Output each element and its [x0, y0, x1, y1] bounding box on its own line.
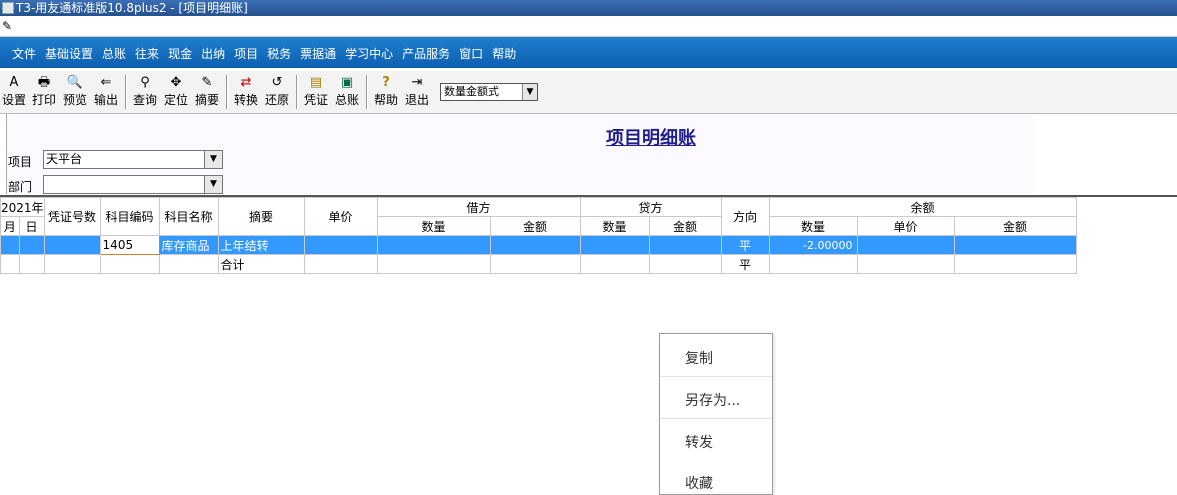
balance-price-header: 单价	[856, 216, 955, 236]
menu-bar: 文件 基础设置 总账 往来 现金 出纳 项目 税务 票据通 学习中心 产品服务 …	[0, 37, 1177, 68]
credit-amount-header: 金额	[648, 216, 722, 236]
year-header: 2021年	[0, 197, 45, 217]
balance-header: 余额	[768, 197, 1077, 217]
project-dropdown-icon[interactable]: ▼	[204, 150, 223, 169]
department-dropdown-icon[interactable]: ▼	[204, 175, 223, 194]
page-title: 项目明细账	[606, 128, 696, 149]
summary-icon: ✎	[201, 75, 213, 90]
menu-learning[interactable]: 学习中心	[345, 45, 393, 62]
subject-code-header: 科目编码	[99, 197, 160, 236]
table-row[interactable]: 合计 平	[0, 254, 1077, 274]
context-menu-favorite[interactable]: 收藏	[685, 473, 713, 493]
menu-accounts[interactable]: 往来	[135, 45, 159, 62]
day-header: 日	[18, 216, 45, 236]
menu-invoice[interactable]: 票据通	[300, 45, 336, 62]
subject-name-cell[interactable]: 库存商品	[158, 235, 219, 255]
chevron-down-icon[interactable]: ▼	[522, 84, 537, 100]
preview-icon: 🔍	[66, 75, 84, 90]
convert-button[interactable]: ⇄ 转换	[232, 74, 260, 112]
menu-project[interactable]: 项目	[234, 45, 258, 62]
export-icon: ⇐	[100, 75, 112, 90]
total-cell[interactable]: 合计	[217, 254, 305, 274]
direction-cell[interactable]: 平	[720, 235, 770, 255]
balance-qty-header: 数量	[768, 216, 858, 236]
ledger-book-icon: ▣	[340, 75, 354, 90]
mdi-strip: ✎	[0, 16, 1177, 37]
voucher-no-header: 凭证号数	[43, 197, 101, 236]
context-menu: 复制 另存为... 转发 收藏	[659, 333, 773, 495]
locate-button[interactable]: ✥ 定位	[162, 74, 190, 112]
month-header: 月	[0, 216, 20, 236]
binoculars-icon: ⚲	[140, 75, 150, 90]
window-title: T3-用友通标准版10.8plus2 - [项目明细账]	[16, 1, 248, 15]
direction-cell[interactable]: 平	[720, 254, 770, 274]
project-field[interactable]: 天平台	[43, 150, 207, 169]
voucher-button[interactable]: ▤ 凭证	[302, 74, 330, 112]
settings-icon: A	[9, 75, 19, 90]
summary-header: 摘要	[217, 197, 305, 236]
window-titlebar: T3-用友通标准版10.8plus2 - [项目明细账]	[0, 0, 1177, 16]
export-button[interactable]: ⇐ 输出	[92, 74, 120, 112]
context-menu-forward[interactable]: 转发	[685, 432, 713, 452]
menu-cashier[interactable]: 出纳	[201, 45, 225, 62]
department-field[interactable]	[43, 175, 207, 194]
menu-cash[interactable]: 现金	[168, 45, 192, 62]
debit-header: 借方	[376, 197, 581, 217]
menu-general-ledger[interactable]: 总账	[102, 45, 126, 62]
table-row[interactable]: 1405 库存商品 上年结转 平 -2.00000	[0, 235, 1077, 255]
debit-amount-header: 金额	[489, 216, 581, 236]
voucher-icon: ▤	[309, 75, 323, 90]
balance-amount-header: 金额	[953, 216, 1077, 236]
restore-icon: ↺	[271, 75, 283, 90]
pen-icon[interactable]: ✎	[2, 19, 12, 33]
menu-window[interactable]: 窗口	[459, 45, 483, 62]
detail-ledger-table: 2021年 凭证号数 科目编码 科目名称 摘要 单价 借方 贷方 方向 余额 月…	[0, 197, 1077, 274]
menu-product-service[interactable]: 产品服务	[402, 45, 450, 62]
context-menu-copy[interactable]: 复制	[685, 348, 713, 368]
menu-file[interactable]: 文件	[12, 45, 36, 62]
app-icon	[2, 2, 14, 14]
locate-icon: ✥	[170, 75, 182, 90]
general-ledger-button[interactable]: ▣ 总账	[333, 74, 361, 112]
department-label: 部门	[8, 180, 33, 194]
credit-header: 贷方	[579, 197, 722, 217]
print-icon: 🖶	[37, 75, 51, 90]
context-menu-save-as[interactable]: 另存为...	[685, 390, 740, 410]
query-button[interactable]: ⚲ 查询	[131, 74, 159, 112]
format-select[interactable]: 数量金额式 ▼	[440, 83, 538, 101]
debit-qty-header: 数量	[376, 216, 491, 236]
help-button[interactable]: ? 帮助	[372, 74, 400, 112]
preview-button[interactable]: 🔍 预览	[60, 74, 90, 112]
exit-button[interactable]: ⇥ 退出	[403, 74, 431, 112]
summary-button[interactable]: ✎ 摘要	[193, 74, 221, 112]
restore-button[interactable]: ↺ 还原	[263, 74, 291, 112]
project-label: 项目	[8, 155, 33, 169]
exit-icon: ⇥	[411, 75, 423, 90]
toolbar: A 设置 🖶 打印 🔍 预览 ⇐ 输出 ⚲ 查询 ✥ 定位 ✎ 摘要 ⇄ 转换 …	[0, 71, 1177, 114]
direction-header: 方向	[720, 197, 770, 236]
menu-basic-settings[interactable]: 基础设置	[45, 45, 93, 62]
unit-price-header: 单价	[303, 197, 378, 236]
summary-cell[interactable]: 上年结转	[217, 235, 305, 255]
help-icon: ?	[382, 75, 390, 90]
print-button[interactable]: 🖶 打印	[30, 74, 58, 112]
menu-tax[interactable]: 税务	[267, 45, 291, 62]
credit-qty-header: 数量	[579, 216, 650, 236]
subject-name-header: 科目名称	[158, 197, 219, 236]
menu-help[interactable]: 帮助	[492, 45, 516, 62]
settings-button[interactable]: A 设置	[1, 74, 27, 112]
balance-qty-cell[interactable]: -2.00000	[768, 235, 858, 255]
subject-code-cell[interactable]: 1405	[99, 235, 160, 255]
convert-icon: ⇄	[240, 75, 252, 90]
